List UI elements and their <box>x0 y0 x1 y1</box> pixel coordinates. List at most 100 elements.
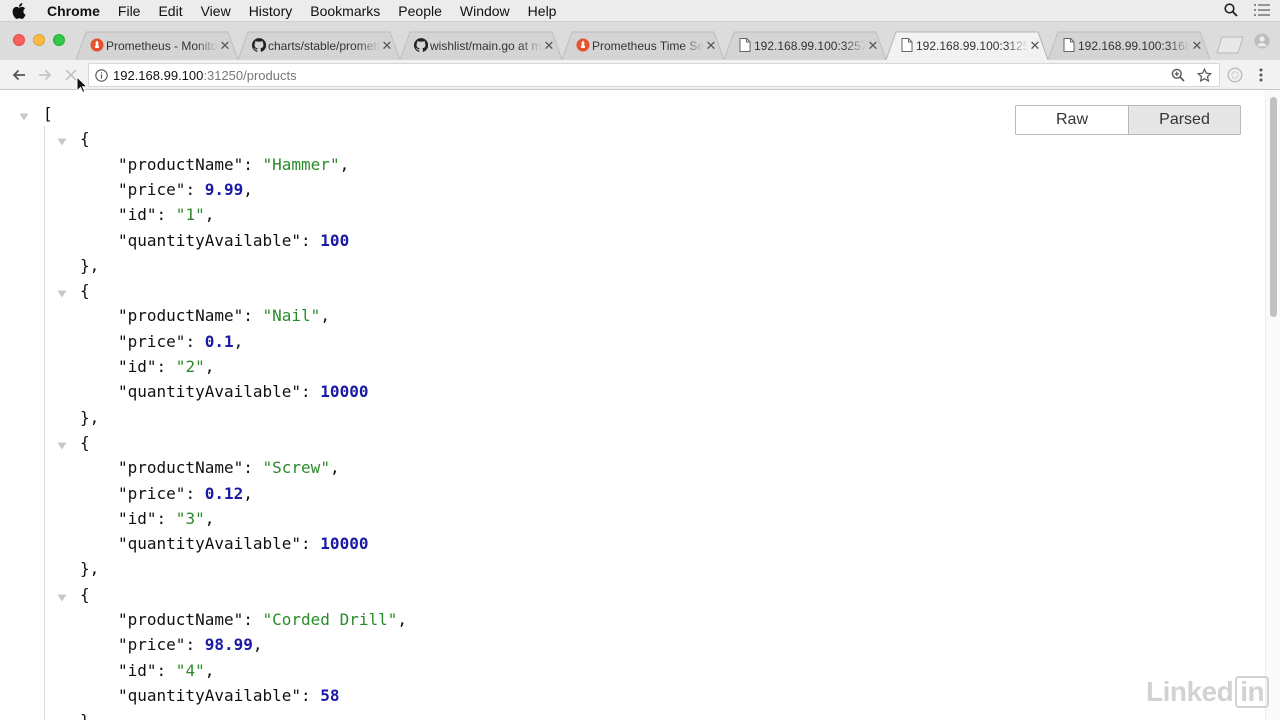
collapse-toggle-icon[interactable] <box>19 109 29 121</box>
indent-guide <box>44 126 45 720</box>
menu-bookmarks[interactable]: Bookmarks <box>301 0 389 22</box>
json-value-quantityAvailable: 10000 <box>320 382 369 402</box>
parsed-view-button[interactable]: Parsed <box>1128 106 1240 134</box>
json-value-price: 9.99 <box>204 179 244 199</box>
linkedin-watermark: Linked in <box>1146 676 1270 708</box>
tab-title: charts/stable/prometheus <box>268 38 380 53</box>
json-field-id: "id": "2", <box>118 357 215 376</box>
json-key: "quantityAvailable" <box>118 685 302 705</box>
json-field-quantityAvailable: "quantityAvailable": 58 <box>118 685 340 705</box>
menu-app-name[interactable]: Chrome <box>38 0 109 22</box>
tab-close-icon[interactable]: ✕ <box>218 38 232 54</box>
json-field-price: "price": 98.99, <box>118 635 263 655</box>
browser-tab[interactable]: 192.168.99.100:31682 ✕ <box>1048 31 1210 60</box>
browser-tab-active[interactable]: 192.168.99.100:31250 ✕ <box>886 31 1048 60</box>
notification-center-icon[interactable] <box>1254 3 1270 19</box>
json-field-id: "id": "3", <box>118 508 215 528</box>
json-field-id: "id": "4", <box>118 660 215 680</box>
json-value-id: 2 <box>185 357 196 376</box>
tab-title: 192.168.99.100:31682 <box>1078 38 1190 53</box>
watermark-badge: in <box>1235 676 1270 708</box>
object-open-brace: { <box>80 432 90 452</box>
url-path: :31250/products <box>203 67 297 83</box>
json-value-id: 1 <box>185 205 196 225</box>
profile-icon[interactable] <box>1254 33 1270 49</box>
array-open-bracket: [ <box>43 104 53 123</box>
json-value-price: 0.12 <box>204 483 244 503</box>
tab-close-icon[interactable]: ✕ <box>704 38 718 54</box>
raw-view-button[interactable]: Raw <box>1016 106 1128 134</box>
tab-close-icon[interactable]: ✕ <box>866 38 880 54</box>
object-close-brace: }, <box>80 255 100 275</box>
spotlight-search-icon[interactable] <box>1224 2 1238 20</box>
window-close-button[interactable] <box>13 34 25 46</box>
json-key: "productName" <box>118 610 244 629</box>
json-value-id: 3 <box>185 508 196 528</box>
bookmark-star-icon[interactable] <box>1194 65 1214 85</box>
page-scrollbar[interactable] <box>1265 91 1280 720</box>
view-mode-switch: Raw Parsed <box>1015 105 1241 135</box>
json-key: "price" <box>118 635 186 655</box>
window-zoom-button[interactable] <box>53 34 65 46</box>
menu-view[interactable]: View <box>192 0 240 22</box>
zoom-icon[interactable] <box>1168 65 1188 85</box>
json-field-productName: "productName": "Hammer", <box>118 154 350 174</box>
address-bar[interactable]: 192.168.99.100:31250/products <box>88 63 1220 87</box>
json-field-productName: "productName": "Nail", <box>118 306 330 326</box>
menu-help[interactable]: Help <box>519 0 566 22</box>
menu-window[interactable]: Window <box>451 0 519 22</box>
object-close-brace: }, <box>80 559 100 579</box>
json-value-price: 98.99 <box>204 635 253 655</box>
json-field-id: "id": "1", <box>118 205 215 225</box>
json-key: "price" <box>118 179 186 199</box>
menu-history[interactable]: History <box>240 0 302 22</box>
browser-tab[interactable]: charts/stable/prometheus✕ <box>238 31 400 60</box>
json-field-quantityAvailable: "quantityAvailable": 10000 <box>118 534 369 554</box>
menu-people[interactable]: People <box>389 0 451 22</box>
tab-strip: Prometheus - Monitoring✕charts/stable/pr… <box>0 22 1280 60</box>
mouse-cursor-icon <box>76 75 89 94</box>
collapse-toggle-icon[interactable] <box>57 590 67 602</box>
json-key: "id" <box>118 508 157 528</box>
json-key: "id" <box>118 660 157 680</box>
tab-close-icon[interactable]: ✕ <box>542 38 556 54</box>
collapse-toggle-icon[interactable] <box>57 134 67 146</box>
tab-title: 192.168.99.100:31250 <box>916 38 1028 53</box>
json-key: "productName" <box>118 306 244 326</box>
browser-tab[interactable]: wishlist/main.go at master✕ <box>400 31 562 60</box>
browser-tab[interactable]: 192.168.99.100:32578 ✕ <box>724 31 886 60</box>
json-field-productName: "productName": "Screw", <box>118 458 340 478</box>
json-value-quantityAvailable: 100 <box>320 230 350 250</box>
menu-edit[interactable]: Edit <box>149 0 191 22</box>
site-info-icon[interactable] <box>89 68 113 82</box>
collapse-toggle-icon[interactable] <box>57 286 67 298</box>
json-value-quantityAvailable: 10000 <box>320 534 369 554</box>
prometheus-icon <box>90 38 104 52</box>
back-button[interactable] <box>9 65 29 85</box>
json-value-quantityAvailable: 58 <box>320 685 340 705</box>
window-minimize-button[interactable] <box>33 34 45 46</box>
tab-close-icon[interactable]: ✕ <box>380 38 394 54</box>
collapse-toggle-icon[interactable] <box>57 438 67 450</box>
json-viewer: [{"productName": "Hammer", "price": 9.99,… <box>0 91 1265 720</box>
url-host: 192.168.99.100 <box>113 67 204 83</box>
forward-button[interactable] <box>35 65 55 85</box>
chrome-menu-icon[interactable] <box>1251 65 1271 85</box>
json-value-productName: Corded Drill <box>272 610 388 629</box>
json-key: "productName" <box>118 458 244 478</box>
tab-close-icon[interactable]: ✕ <box>1028 38 1042 54</box>
apple-menu-icon[interactable] <box>0 2 38 19</box>
object-close-brace: }, <box>80 407 100 427</box>
extension-icon[interactable] <box>1225 65 1245 85</box>
tab-close-icon[interactable]: ✕ <box>1190 38 1204 54</box>
browser-tab[interactable]: Prometheus - Monitoring✕ <box>76 31 238 60</box>
object-open-brace: { <box>80 281 90 301</box>
page-icon <box>1062 38 1076 52</box>
browser-tab[interactable]: Prometheus Time Series✕ <box>562 31 724 60</box>
json-field-price: "price": 0.12, <box>118 483 253 503</box>
json-field-quantityAvailable: "quantityAvailable": 100 <box>118 230 350 250</box>
menu-file[interactable]: File <box>109 0 150 22</box>
scrollbar-thumb[interactable] <box>1270 97 1277 317</box>
new-tab-button[interactable] <box>1216 36 1244 54</box>
json-key: "quantityAvailable" <box>118 534 302 554</box>
